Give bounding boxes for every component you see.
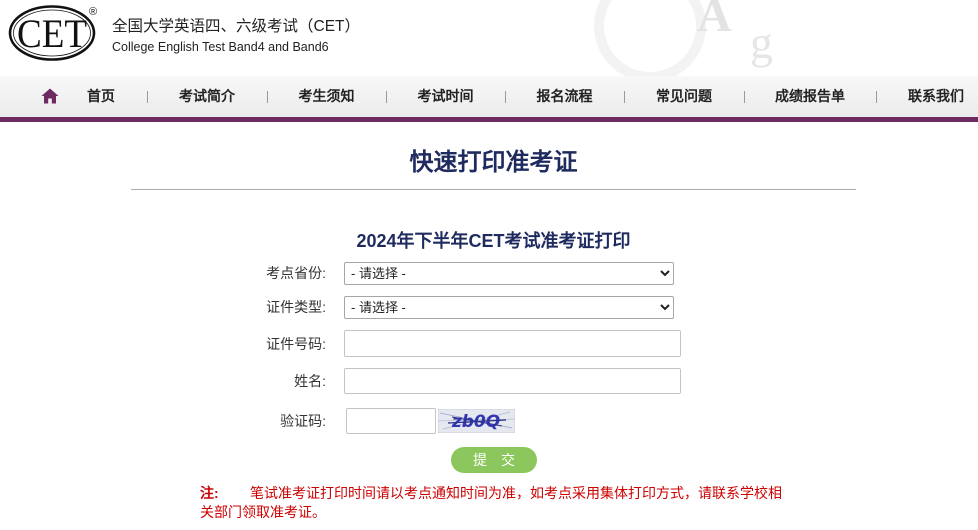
nav-accent-bar: [0, 117, 978, 122]
title-divider: [131, 189, 856, 190]
nav-item-label: 成绩报告单: [775, 88, 845, 104]
nav-item-label: 考生须知: [298, 88, 355, 104]
nav-item-label: 常见问题: [656, 88, 712, 104]
nav-item-contact-us[interactable]: 联系我们: [876, 76, 978, 117]
province-select[interactable]: - 请选择 -: [344, 262, 674, 285]
notice-text: 笔试准考证打印时间请以考点通知时间为准，如考点采用集体打印方式，请联系学校相关部…: [200, 485, 782, 520]
captcha-input[interactable]: [346, 408, 436, 434]
cet-logo-oval: CET: [8, 5, 96, 61]
nav-item-score-report[interactable]: 成绩报告单: [744, 76, 876, 117]
id-number-label: 证件号码:: [266, 336, 326, 352]
nav-item-label: 首页: [87, 88, 115, 104]
nav-item-faq[interactable]: 常见问题: [624, 76, 744, 117]
province-label: 考点省份:: [266, 265, 326, 281]
watermark-letter-a: A: [697, 0, 732, 42]
nav-item-label: 考试简介: [179, 88, 235, 104]
id-type-label: 证件类型:: [266, 299, 326, 315]
nav-item-label: 考试时间: [417, 88, 474, 104]
captcha-image[interactable]: zb0Q: [437, 408, 516, 434]
page-title: 快速打印准考证: [409, 149, 578, 176]
captcha-label: 验证码:: [280, 413, 326, 429]
home-icon[interactable]: [41, 88, 59, 104]
watermark-letter-g: g: [750, 17, 773, 68]
nav-item-label: 报名流程: [536, 88, 593, 104]
logo-text: CET: [17, 11, 87, 56]
submit-button[interactable]: 提 交: [451, 447, 537, 473]
print-notice: 注: 笔试准考证打印时间请以考点通知时间为准，如考点采用集体打印方式，请联系学校相…: [200, 484, 786, 522]
nav-item-label: 联系我们: [908, 88, 964, 104]
name-input[interactable]: [344, 368, 681, 394]
site-title-english: College English Test Band4 and Band6: [112, 40, 329, 54]
page: A g CET ® 全国大学英语四、六级考试（CET） College Engl…: [0, 0, 978, 530]
main-nav: 首页 考试简介 考生须知 考试时间 报名流程 常见问题 成绩报告单 联系我们: [0, 76, 978, 117]
nav-item-exam-schedule[interactable]: 考试时间: [386, 76, 505, 117]
watermark-emblem: [594, 0, 706, 76]
cet-logo[interactable]: CET ®: [8, 4, 100, 64]
nav-item-candidate-notice[interactable]: 考生须知: [267, 76, 386, 117]
nav-item-exam-intro[interactable]: 考试简介: [147, 76, 267, 117]
nav-item-registration-process[interactable]: 报名流程: [505, 76, 624, 117]
id-type-select[interactable]: - 请选择 -: [344, 296, 674, 319]
id-number-input[interactable]: [344, 330, 681, 357]
nav-item-home[interactable]: 首页: [0, 76, 147, 117]
header-watermark: A g: [0, 0, 978, 76]
site-header: A g CET ® 全国大学英语四、六级考试（CET） College Engl…: [0, 0, 978, 76]
name-label: 姓名:: [294, 373, 326, 389]
site-title-chinese: 全国大学英语四、六级考试（CET）: [112, 18, 361, 35]
registered-mark: ®: [89, 6, 98, 18]
notice-prefix: 注:: [200, 485, 219, 501]
page-subtitle: 2024年下半年CET考试准考证打印: [356, 231, 631, 251]
